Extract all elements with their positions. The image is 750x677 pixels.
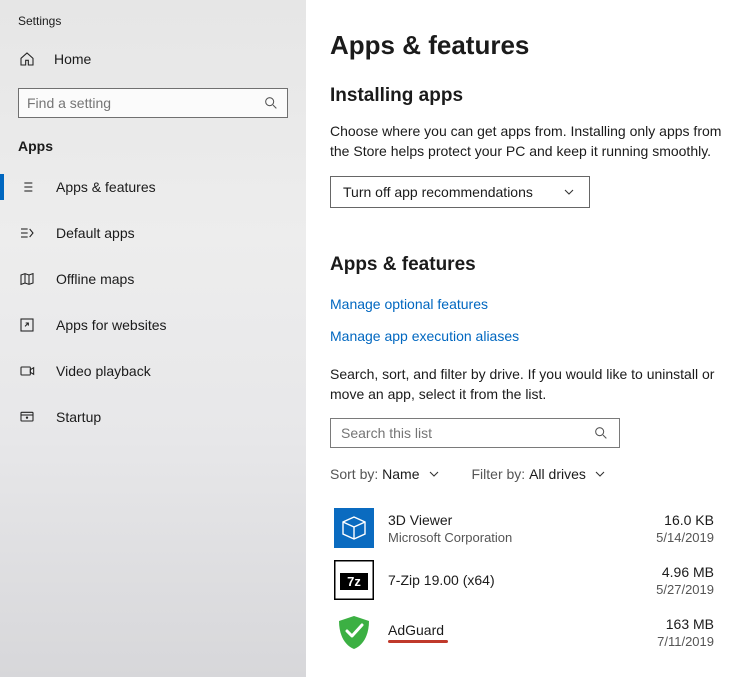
chevron-down-icon	[592, 466, 608, 482]
sidebar-item-video-playback[interactable]: Video playback	[0, 348, 306, 394]
installing-source-dropdown[interactable]: Turn off app recommendations	[330, 176, 590, 208]
link-execution-aliases[interactable]: Manage app execution aliases	[330, 328, 519, 344]
app-icon-adguard	[334, 612, 374, 652]
sort-label: Sort by:	[330, 466, 378, 482]
sidebar-item-offline-maps[interactable]: Offline maps	[0, 256, 306, 302]
installing-heading: Installing apps	[330, 85, 742, 107]
app-list-search[interactable]	[330, 418, 620, 448]
sidebar-item-label: Apps & features	[56, 179, 156, 195]
highlight-underline	[388, 640, 448, 643]
apps-features-description: Search, sort, and filter by drive. If yo…	[330, 364, 740, 405]
map-icon	[18, 270, 36, 288]
sidebar-search-input[interactable]	[27, 95, 263, 111]
chevron-down-icon	[561, 184, 577, 200]
video-icon	[18, 362, 36, 380]
app-list-search-input[interactable]	[341, 425, 593, 441]
app-date: 5/27/2019	[656, 582, 714, 597]
chevron-down-icon	[426, 466, 442, 482]
sidebar-item-label: Startup	[56, 409, 101, 425]
main-content: Apps & features Installing apps Choose w…	[306, 0, 750, 677]
app-size: 16.0 KB	[656, 512, 714, 528]
link-optional-features[interactable]: Manage optional features	[330, 296, 488, 312]
sidebar: Settings Home Apps Apps & features Defau	[0, 0, 306, 677]
sidebar-item-label: Default apps	[56, 225, 135, 241]
app-icon-7zip: 7z	[334, 560, 374, 600]
dropdown-value: Turn off app recommendations	[343, 184, 533, 200]
app-row-adguard[interactable]: AdGuard 163 MB 7/11/2019	[330, 606, 742, 658]
defaults-icon	[18, 224, 36, 242]
app-name: 7-Zip 19.00 (x64)	[388, 572, 495, 588]
app-row-7zip[interactable]: 7z 7-Zip 19.00 (x64) 4.96 MB 5/27/2019	[330, 554, 742, 606]
filter-label: Filter by:	[472, 466, 526, 482]
page-title: Apps & features	[330, 30, 742, 61]
sort-by-dropdown[interactable]: Name	[382, 466, 441, 482]
sidebar-item-apps-websites[interactable]: Apps for websites	[0, 302, 306, 348]
sidebar-home-label: Home	[54, 51, 91, 67]
app-row-3d-viewer[interactable]: 3D Viewer Microsoft Corporation 16.0 KB …	[330, 502, 742, 554]
sidebar-item-label: Video playback	[56, 363, 151, 379]
sidebar-item-label: Offline maps	[56, 271, 134, 287]
app-size: 163 MB	[657, 616, 714, 632]
sidebar-item-default-apps[interactable]: Default apps	[0, 210, 306, 256]
app-name: 3D Viewer	[388, 512, 512, 528]
sidebar-search[interactable]	[18, 88, 288, 118]
apps-features-heading: Apps & features	[330, 254, 742, 276]
sidebar-section-header: Apps	[0, 138, 306, 164]
sort-filter-row: Sort by: Name Filter by: All drives	[330, 466, 742, 482]
window-title: Settings	[0, 10, 306, 42]
filter-value: All drives	[529, 466, 586, 482]
app-size: 4.96 MB	[656, 564, 714, 580]
app-icon-3d-viewer	[334, 508, 374, 548]
app-name: AdGuard	[388, 622, 448, 638]
open-icon	[18, 316, 36, 334]
sort-value: Name	[382, 466, 419, 482]
installing-description: Choose where you can get apps from. Inst…	[330, 121, 740, 162]
svg-text:7z: 7z	[347, 574, 361, 589]
sidebar-item-apps-features[interactable]: Apps & features	[0, 164, 306, 210]
app-date: 7/11/2019	[657, 634, 714, 649]
app-publisher: Microsoft Corporation	[388, 530, 512, 545]
sidebar-item-label: Apps for websites	[56, 317, 167, 333]
startup-icon	[18, 408, 36, 426]
settings-window: Settings Home Apps Apps & features Defau	[0, 0, 750, 677]
search-icon	[263, 95, 279, 111]
search-icon	[593, 425, 609, 441]
sidebar-home[interactable]: Home	[0, 42, 306, 76]
sidebar-item-startup[interactable]: Startup	[0, 394, 306, 440]
app-date: 5/14/2019	[656, 530, 714, 545]
list-icon	[18, 178, 36, 196]
filter-by-dropdown[interactable]: All drives	[529, 466, 608, 482]
home-icon	[18, 50, 36, 68]
